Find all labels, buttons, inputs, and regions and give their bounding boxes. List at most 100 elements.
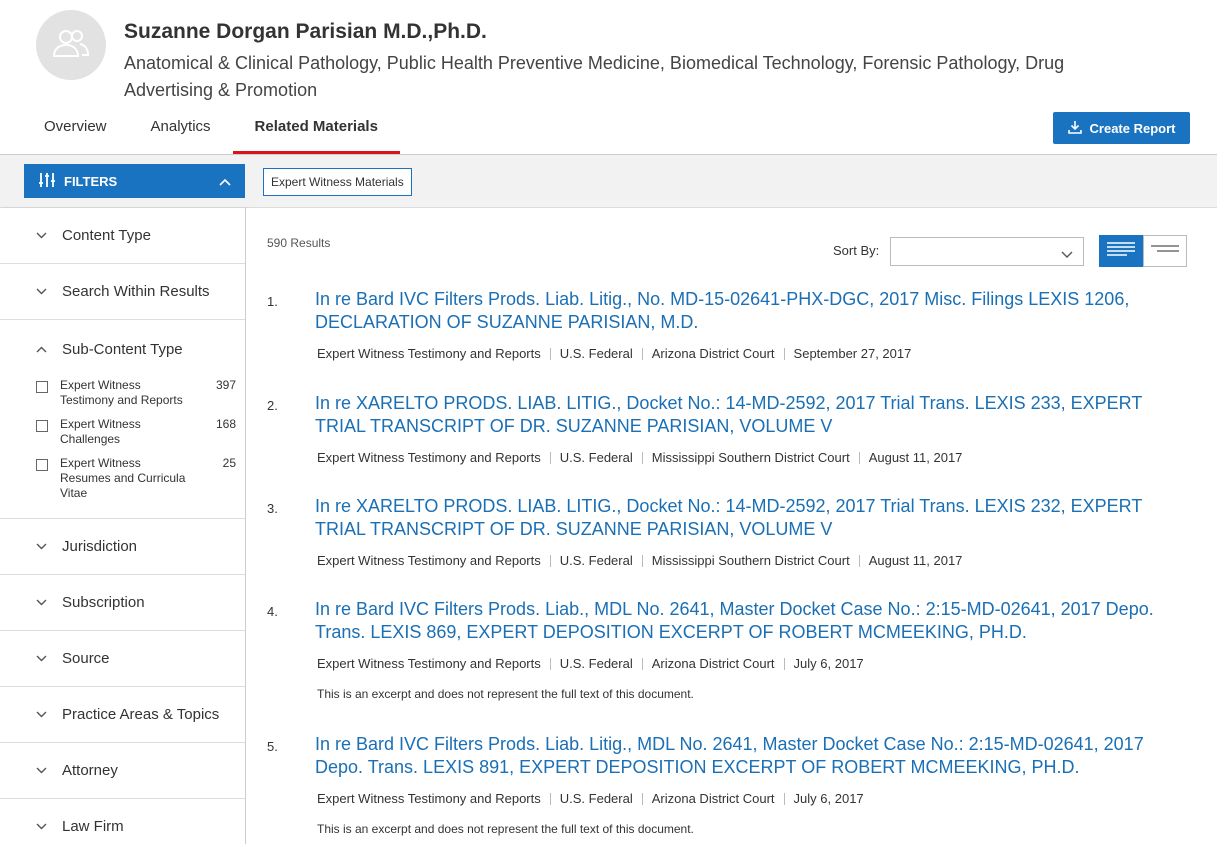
avatar [36,10,106,80]
expert-name: Suzanne Dorgan Parisian M.D.,Ph.D. [124,20,487,43]
facet-attorney[interactable]: Attorney [0,743,245,799]
result-meta: Expert Witness Testimony and Reports U.S… [317,346,911,361]
result-type: Expert Witness Testimony and Reports [317,656,541,671]
result-court: Arizona District Court [651,656,775,671]
facet-sub-content-type-header[interactable]: Sub-Content Type [0,320,245,378]
checkbox[interactable] [36,459,48,471]
full-list-icon [1107,241,1135,261]
facet-label: Jurisdiction [62,538,138,555]
chevron-down-icon [36,711,50,718]
expert-specialties: Anatomical & Clinical Pathology, Public … [124,53,1065,100]
result-type: Expert Witness Testimony and Reports [317,553,541,568]
sub-content-option: Expert Witness Challenges 168 [36,417,237,447]
sliders-icon [38,172,56,191]
chevron-down-icon [36,288,50,295]
create-report-label: Create Report [1089,120,1176,136]
download-icon [1067,120,1082,137]
excerpt-note: This is an excerpt and does not represen… [317,687,694,701]
result-date: July 6, 2017 [793,791,864,806]
chevron-down-icon [36,543,50,550]
facet-label: Source [62,650,110,667]
result-title-link[interactable]: In re Bard IVC Filters Prods. Liab. Liti… [315,288,1195,334]
chevron-down-icon [36,232,50,239]
result-meta: Expert Witness Testimony and Reports U.S… [317,553,962,568]
result-jurisdiction: U.S. Federal [559,656,633,671]
facet-label: Content Type [62,227,151,244]
result-title-link[interactable]: In re XARELTO PRODS. LIAB. LITIG., Docke… [315,495,1195,541]
sort-by-label: Sort By: [833,243,880,258]
sub-content-option: Expert Witness Resumes and Curricula Vit… [36,456,237,501]
result-meta: Expert Witness Testimony and Reports U.S… [317,450,962,465]
sub-content-options: Expert Witness Testimony and Reports 397… [0,378,245,518]
tab-bar: Overview Analytics Related Materials [22,108,401,154]
chevron-down-icon [36,823,50,830]
chevron-down-icon [36,767,50,774]
result-date: September 27, 2017 [793,346,912,361]
result-type: Expert Witness Testimony and Reports [317,450,541,465]
profile-header: Suzanne Dorgan Parisian M.D.,Ph.D. Anato… [0,0,1217,156]
facet-law-firm[interactable]: Law Firm [0,799,245,844]
facet-content-type[interactable]: Content Type [0,208,245,264]
result-meta: Expert Witness Testimony and Reports U.S… [317,791,864,806]
result-number: 3. [267,501,278,516]
active-filter-chip[interactable]: Expert Witness Materials [263,168,412,196]
full-view-button[interactable] [1099,235,1143,267]
checkbox[interactable] [36,381,48,393]
facet-label: Attorney [62,762,118,779]
result-date: July 6, 2017 [793,656,864,671]
facet-jurisdiction[interactable]: Jurisdiction [0,519,245,575]
result-meta: Expert Witness Testimony and Reports U.S… [317,656,864,671]
facet-search-within-results[interactable]: Search Within Results [0,264,245,320]
chevron-up-icon [36,346,50,353]
filters-label: FILTERS [64,173,118,189]
result-title-link[interactable]: In re Bard IVC Filters Prods. Liab., MDL… [315,598,1195,644]
facet-sub-content-type: Sub-Content Type Expert Witness Testimon… [0,320,245,519]
create-report-button[interactable]: Create Report [1053,112,1190,144]
result-court: Arizona District Court [651,791,775,806]
sub-content-option: Expert Witness Testimony and Reports 397 [36,378,237,408]
result-jurisdiction: U.S. Federal [559,791,633,806]
filters-toggle-button[interactable]: FILTERS [24,164,245,198]
filter-bar: FILTERS Expert Witness Materials [0,155,1217,208]
filter-sidebar: Content Type Search Within Results Sub-C… [0,208,246,844]
result-number: 5. [267,739,278,754]
compact-view-button[interactable] [1143,235,1187,267]
facet-source[interactable]: Source [0,631,245,687]
chevron-down-icon [1061,246,1073,264]
result-type: Expert Witness Testimony and Reports [317,346,541,361]
result-date: August 11, 2017 [868,450,963,465]
option-label: Expert Witness Challenges [60,417,141,446]
facet-label: Search Within Results [62,283,210,300]
result-court: Mississippi Southern District Court [651,553,850,568]
checkbox[interactable] [36,420,48,432]
compact-list-icon [1151,242,1179,260]
chevron-down-icon [36,655,50,662]
excerpt-note: This is an excerpt and does not represen… [317,822,694,836]
result-title-link[interactable]: In re Bard IVC Filters Prods. Liab. Liti… [315,733,1195,779]
tab-analytics[interactable]: Analytics [129,108,233,154]
sort-by-select[interactable] [890,237,1084,266]
result-title-link[interactable]: In re XARELTO PRODS. LIAB. LITIG., Docke… [315,392,1195,438]
option-count: 397 [215,378,236,392]
facet-label: Subscription [62,594,145,611]
facet-label: Practice Areas & Topics [62,706,220,723]
facet-label: Sub-Content Type [62,340,183,358]
result-jurisdiction: U.S. Federal [559,450,633,465]
result-jurisdiction: U.S. Federal [559,553,633,568]
option-count: 25 [222,456,236,470]
option-label: Expert Witness Testimony and Reports [60,378,183,407]
tab-overview[interactable]: Overview [22,108,129,154]
result-type: Expert Witness Testimony and Reports [317,791,541,806]
chevron-up-icon [219,174,231,189]
result-number: 2. [267,398,278,413]
facet-label: Law Firm [62,818,124,835]
tab-related-materials[interactable]: Related Materials [232,108,401,154]
facet-subscription[interactable]: Subscription [0,575,245,631]
users-icon [52,28,90,63]
option-count: 168 [215,417,236,431]
option-label: Expert Witness Resumes and Curricula Vit… [60,456,186,500]
chevron-down-icon [36,599,50,606]
result-court: Mississippi Southern District Court [651,450,850,465]
result-number: 1. [267,294,278,309]
facet-practice-areas[interactable]: Practice Areas & Topics [0,687,245,743]
